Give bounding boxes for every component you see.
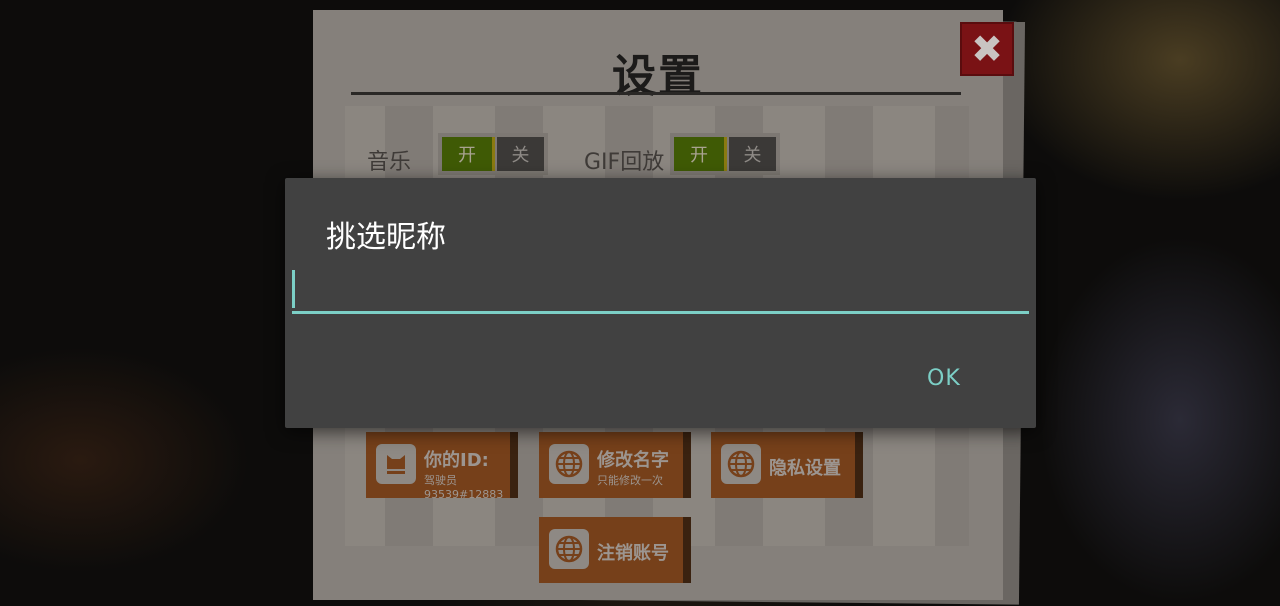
ok-button[interactable]: OK — [927, 366, 961, 391]
music-label: 音乐 — [367, 150, 412, 175]
avatar-icon — [376, 444, 416, 484]
rename-note: 只能修改一次 — [597, 474, 663, 487]
music-toggle-off[interactable]: 关 — [497, 137, 544, 171]
rename-button[interactable]: 修改名字 只能修改一次 — [539, 432, 691, 498]
nickname-dialog: 挑选昵称 OK — [285, 178, 1036, 428]
player-id-value: 驾驶员93539#12883 — [424, 474, 504, 501]
player-id-button[interactable]: 你的ID: 驾驶员93539#12883 — [366, 432, 518, 501]
nickname-input[interactable] — [292, 270, 1029, 314]
gif-replay-toggle[interactable]: 开 关 — [670, 133, 780, 175]
close-icon: ✖ — [971, 27, 1003, 71]
title-divider — [351, 92, 961, 95]
privacy-settings-label: 隐私设置 — [769, 458, 841, 479]
close-button[interactable]: ✖ — [960, 22, 1014, 76]
globe-icon — [549, 529, 589, 569]
gif-toggle-off[interactable]: 关 — [729, 137, 776, 171]
delete-account-button[interactable]: 注销账号 — [539, 517, 691, 583]
privacy-settings-button[interactable]: 隐私设置 — [711, 432, 863, 498]
gif-toggle-on[interactable]: 开 — [674, 137, 727, 171]
player-id-label: 你的ID: — [424, 450, 489, 471]
globe-icon — [721, 444, 761, 484]
dialog-title: 挑选昵称 — [326, 220, 446, 255]
text-cursor — [292, 270, 295, 308]
globe-icon — [549, 444, 589, 484]
delete-account-label: 注销账号 — [597, 543, 669, 564]
rename-label: 修改名字 — [597, 450, 669, 471]
music-toggle-on[interactable]: 开 — [442, 137, 495, 171]
gif-replay-label: GIF回放 — [584, 150, 665, 175]
music-toggle[interactable]: 开 关 — [438, 133, 548, 175]
